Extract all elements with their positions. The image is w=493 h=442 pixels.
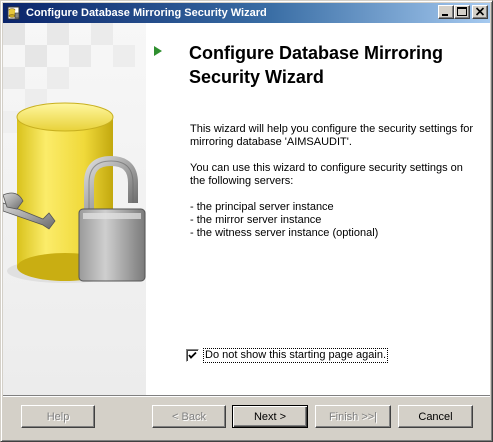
page-title: Configure Database Mirroring Security Wi… [189, 43, 444, 87]
next-button[interactable]: Next > [232, 405, 308, 428]
list-item: - the principal server instance [190, 201, 334, 213]
intro-text: This wizard will help you configure the … [190, 123, 474, 148]
minimize-button[interactable] [438, 5, 454, 19]
minimize-icon [442, 14, 448, 16]
finish-button[interactable]: Finish >>| [315, 405, 391, 428]
help-button[interactable]: Help [21, 405, 95, 428]
dont-show-checkbox[interactable] [186, 349, 199, 362]
list-item: - the mirror server instance [190, 214, 322, 226]
window-controls [438, 5, 488, 19]
close-button[interactable] [472, 5, 488, 19]
title-bar[interactable]: Configure Database Mirroring Security Wi… [3, 3, 490, 23]
list-item: - the witness server instance (optional) [190, 227, 379, 239]
servers-intro-text: You can use this wizard to configure sec… [190, 162, 463, 187]
database-window-icon [6, 5, 22, 21]
wizard-window: Configure Database Mirroring Security Wi… [0, 0, 493, 442]
database-lock-wrench-art [3, 23, 146, 395]
cancel-button[interactable]: Cancel [398, 405, 473, 428]
maximize-button[interactable] [454, 5, 470, 19]
wizard-content: Configure Database Mirroring Security Wi… [3, 23, 490, 395]
database-cylinder-icon [3, 102, 146, 283]
close-icon [475, 7, 485, 16]
button-separator-highlight [3, 396, 490, 397]
dont-show-row[interactable]: Do not show this starting page again. [186, 348, 389, 363]
window-title: Configure Database Mirroring Security Wi… [26, 7, 267, 19]
dont-show-label[interactable]: Do not show this starting page again. [202, 348, 389, 363]
checkmark-icon [188, 351, 197, 359]
back-button[interactable]: < Back [152, 405, 226, 428]
maximize-icon [457, 7, 467, 16]
servers-list: - the principal server instance - the mi… [190, 201, 378, 240]
green-arrow-icon [154, 46, 162, 56]
